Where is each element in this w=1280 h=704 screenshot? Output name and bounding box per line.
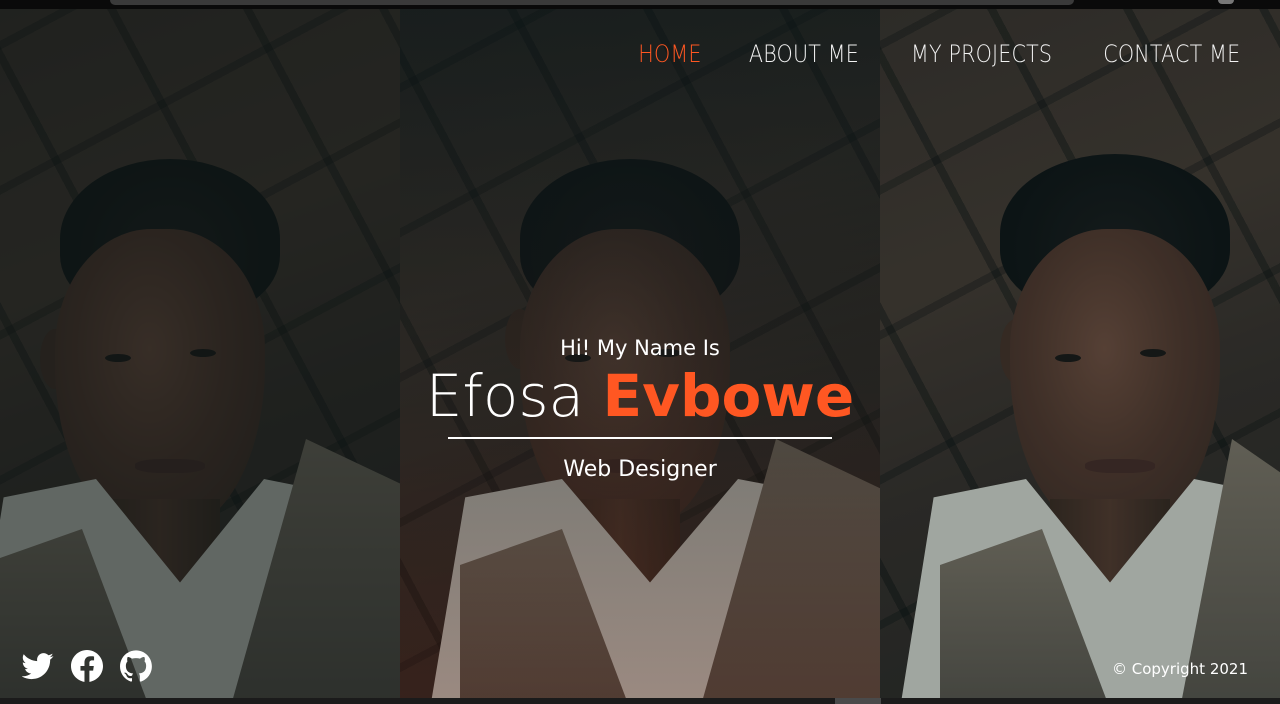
facebook-icon[interactable] — [71, 650, 103, 682]
nav-item-about-me[interactable]: ABOUT ME — [749, 40, 859, 68]
hero-divider — [448, 437, 832, 439]
social-links — [22, 650, 152, 682]
hero-photo-left — [0, 9, 400, 698]
portfolio-page: HOME ABOUT ME MY PROJECTS CONTACT ME Hi!… — [0, 0, 1280, 704]
twitter-icon[interactable] — [22, 650, 54, 682]
hero-intro: Hi! My Name Is Efosa Evbowe Web Designer — [400, 335, 880, 482]
browser-top-strip — [0, 0, 1280, 9]
hero-first-name: Efosa — [425, 362, 585, 430]
nav-item-my-projects[interactable]: MY PROJECTS — [911, 40, 1052, 68]
horizontal-scrollbar[interactable] — [0, 698, 1280, 704]
hero-role: Web Designer — [563, 457, 717, 482]
github-icon[interactable] — [120, 650, 152, 682]
main-nav: HOME ABOUT ME MY PROJECTS CONTACT ME — [628, 40, 1240, 68]
hero-name: Efosa Evbowe — [400, 365, 880, 427]
hero-last-name: Evbowe — [602, 362, 855, 430]
copyright-text: © Copyright 2021 — [1111, 660, 1248, 678]
hero-greeting: Hi! My Name Is — [560, 336, 720, 360]
nav-item-contact-me[interactable]: CONTACT ME — [1103, 40, 1240, 68]
address-strip — [110, 0, 1074, 5]
browser-indicator — [1218, 0, 1234, 4]
hero-photo-right — [880, 9, 1280, 698]
nav-item-home[interactable]: HOME — [638, 40, 701, 68]
scrollbar-thumb[interactable] — [835, 698, 881, 704]
